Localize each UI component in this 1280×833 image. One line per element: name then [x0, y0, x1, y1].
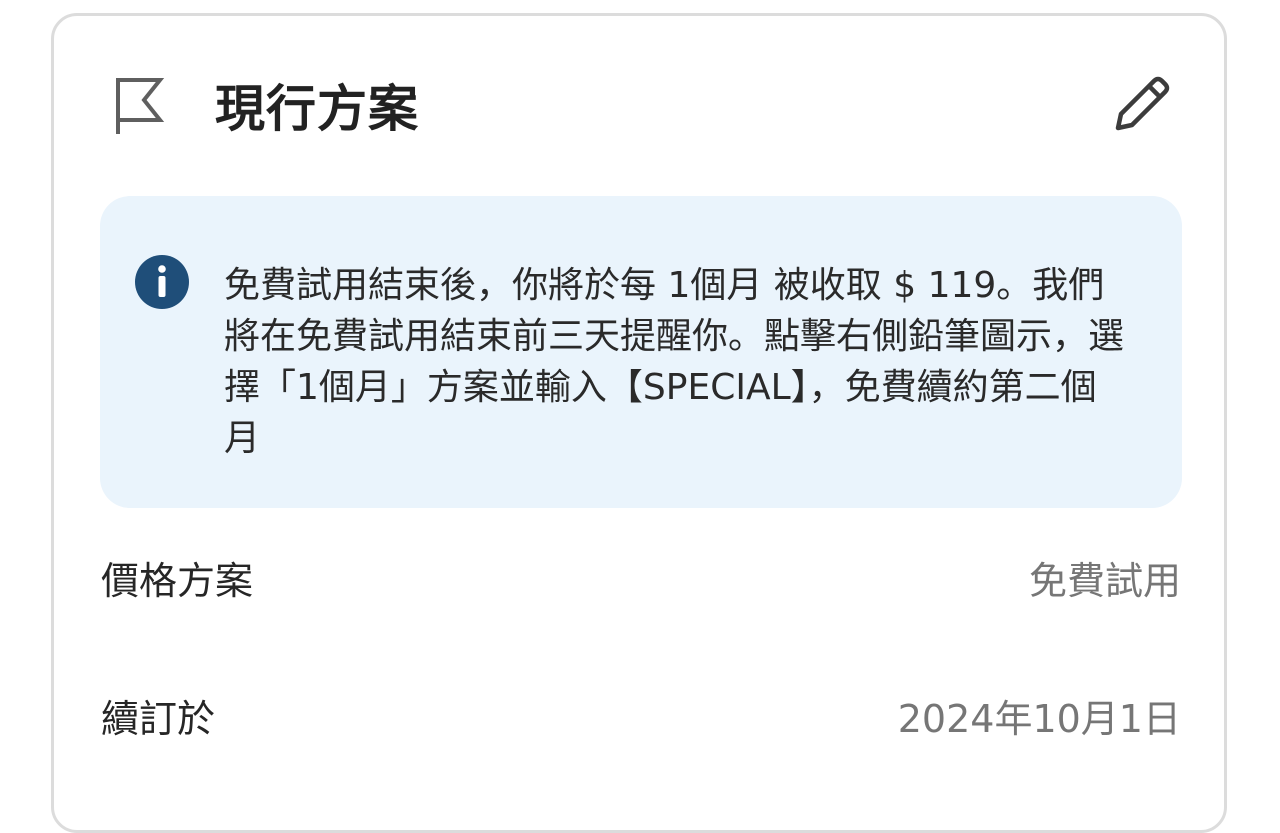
- info-icon: [135, 255, 189, 309]
- price-plan-row: 價格方案 免費試用: [101, 551, 1181, 611]
- page-title: 現行方案: [215, 80, 419, 138]
- flag-icon: [114, 76, 166, 136]
- edit-plan-button[interactable]: [1104, 68, 1180, 144]
- renewal-date: 2024年10月1日: [897, 697, 1181, 741]
- price-plan-value: 免費試用: [1028, 559, 1181, 603]
- renewal-row: 續訂於 2024年10月1日: [101, 689, 1181, 749]
- card-header: 現行方案: [54, 16, 1224, 196]
- info-banner: 免費試用結束後，你將於每 1個月 被收取 $ 119。我們將在免費試用結束前三天…: [100, 196, 1182, 508]
- current-plan-card: 現行方案 免費試用結束後，你將於每 1個月 被收取 $ 119。我們將在免費試用…: [51, 13, 1227, 833]
- price-plan-label: 價格方案: [101, 559, 254, 603]
- renewal-label: 續訂於: [101, 697, 216, 741]
- pencil-icon: [1112, 74, 1172, 138]
- info-message: 免費試用結束後，你將於每 1個月 被收取 $ 119。我們將在免費試用結束前三天…: [224, 265, 1125, 459]
